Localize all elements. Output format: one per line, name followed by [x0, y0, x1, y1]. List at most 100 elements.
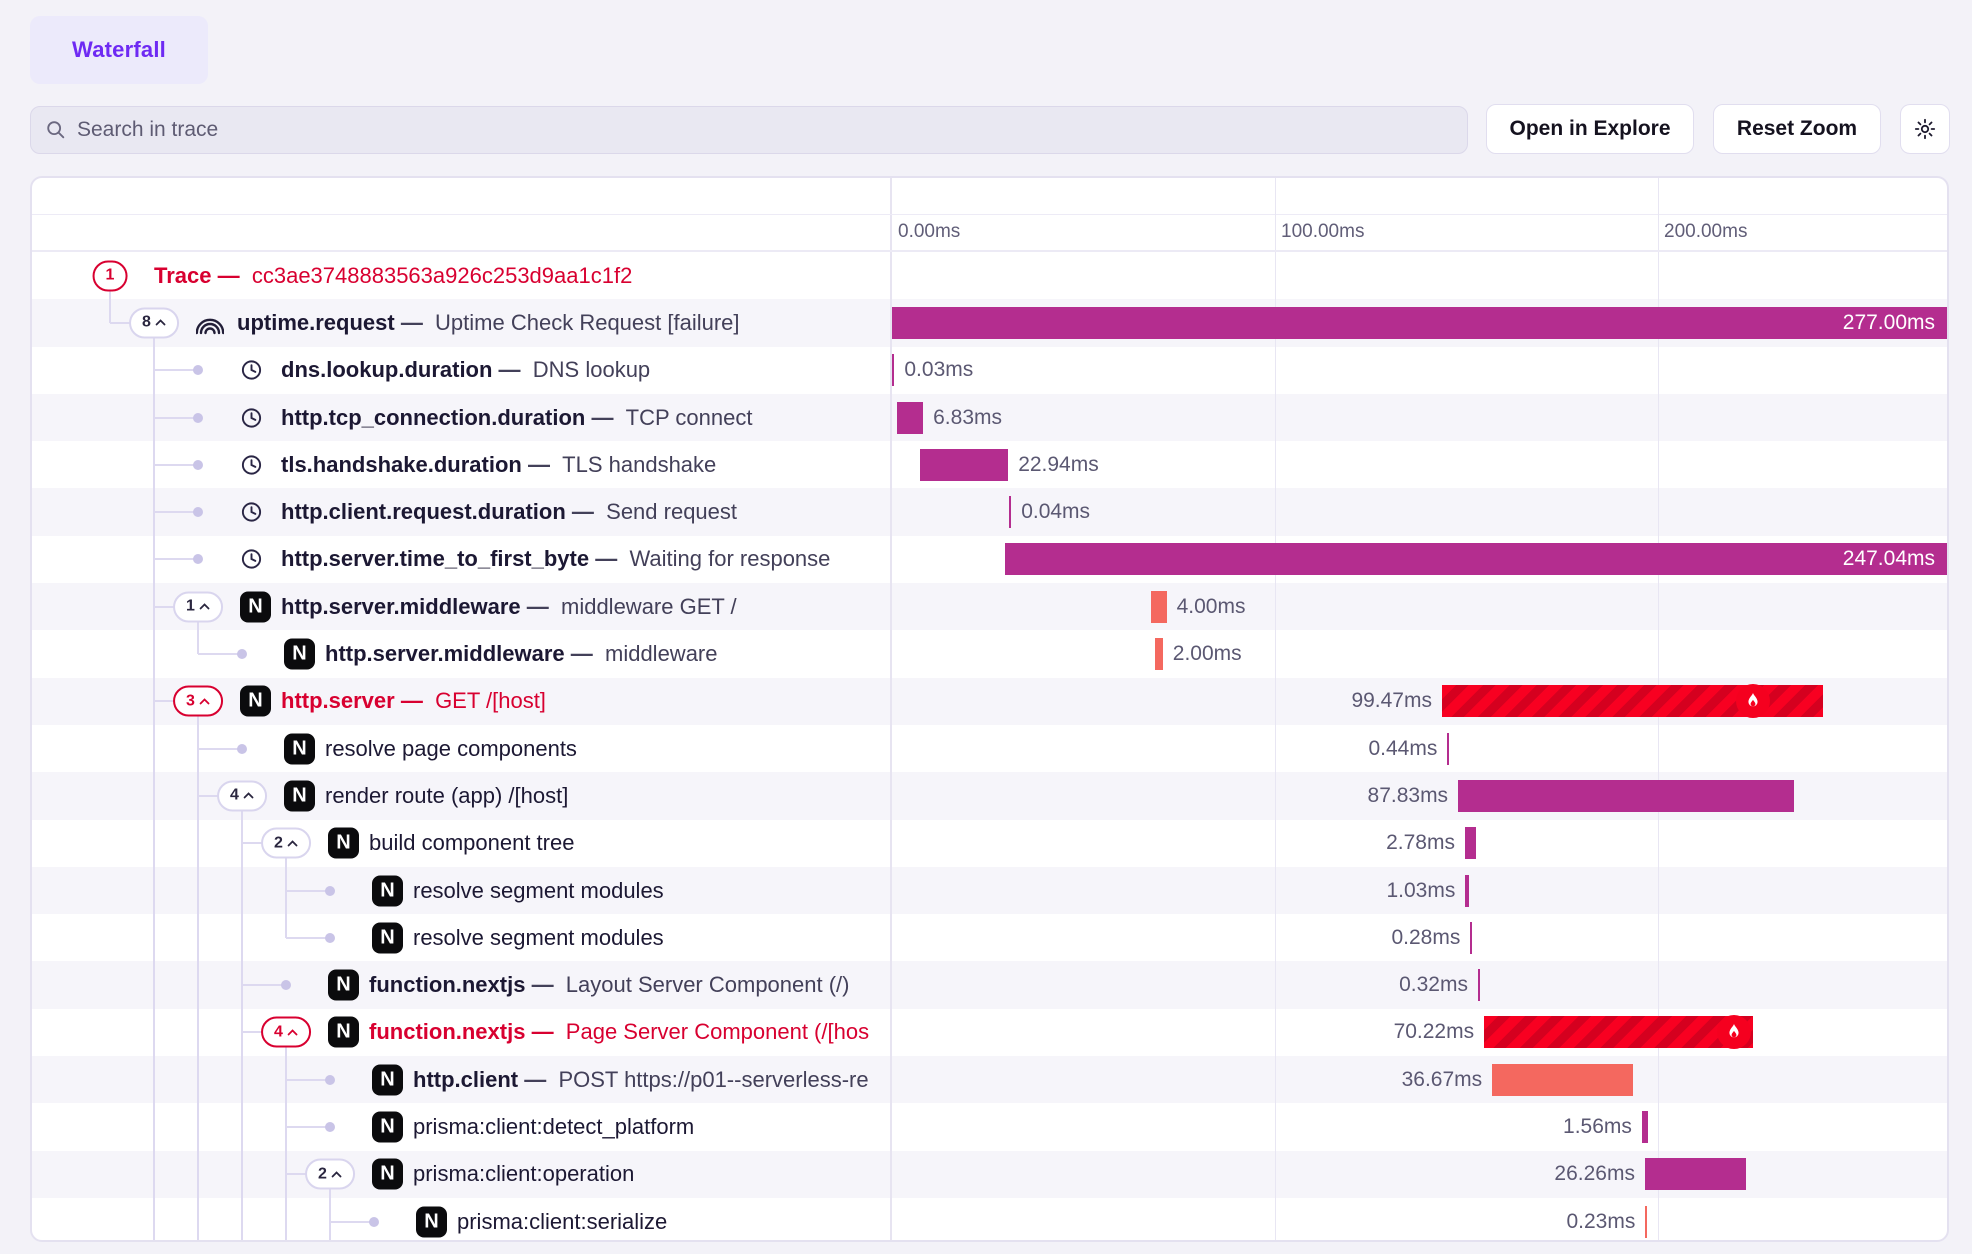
tree-leaf-dot — [281, 980, 291, 990]
nextjs-icon-wrap: N — [328, 1017, 359, 1048]
settings-button[interactable] — [1900, 104, 1950, 154]
open-in-explore-button[interactable]: Open in Explore — [1486, 104, 1694, 154]
span-label: http.server.time_to_first_byte — Waiting… — [281, 546, 830, 572]
span-row[interactable]: Nprisma:client:detect_platform 1.56ms — [32, 1103, 1947, 1150]
span-name: http.server.middleware — [281, 594, 521, 619]
span-duration-bar[interactable] — [897, 402, 923, 434]
tree-guide-line — [241, 1103, 243, 1150]
error-fire-icon[interactable] — [1717, 1015, 1751, 1049]
tree-elbow-line — [285, 914, 287, 938]
span-row[interactable]: 1Nhttp.server.middleware — middleware GE… — [32, 583, 1947, 630]
span-name: build component tree — [369, 830, 574, 855]
span-row[interactable]: 4Nrender route (app) /[host] 87.83ms — [32, 772, 1947, 819]
sentry-icon — [196, 311, 224, 335]
nextjs-icon-wrap: N — [328, 828, 359, 859]
span-row[interactable]: 8uptime.request — Uptime Check Request [… — [32, 299, 1947, 346]
span-row[interactable]: Nhttp.server.middleware — middleware 2.0… — [32, 630, 1947, 677]
span-duration-label: 1.56ms — [1563, 1115, 1632, 1139]
span-row[interactable]: 3Nhttp.server — GET /[host] 99.47ms — [32, 678, 1947, 725]
tree-guide-line — [197, 1151, 199, 1198]
span-duration-label: 0.04ms — [1021, 500, 1090, 524]
span-children-count-badge[interactable]: 2 — [261, 828, 311, 859]
span-duration-label: 0.44ms — [1368, 737, 1437, 761]
tree-guide-line — [197, 867, 199, 914]
span-duration-label: 247.04ms — [1843, 547, 1935, 571]
span-duration-bar[interactable] — [892, 354, 894, 386]
tree-connector-line — [154, 511, 198, 513]
badge-count: 1 — [106, 267, 115, 285]
tree-guide-line — [153, 867, 155, 914]
search-input[interactable]: Search in trace — [30, 106, 1468, 154]
span-row[interactable]: 1Trace — cc3ae3748883563a926c253d9aa1c1f… — [32, 252, 1947, 299]
span-duration-bar[interactable] — [1470, 922, 1472, 954]
span-duration-bar[interactable] — [920, 449, 1008, 481]
span-duration-bar[interactable] — [1458, 780, 1794, 812]
span-children-count-badge[interactable]: 8 — [129, 307, 179, 338]
span-duration-bar[interactable] — [892, 307, 1947, 339]
span-row[interactable]: Nhttp.client — POST https://p01--serverl… — [32, 1056, 1947, 1103]
span-duration-bar[interactable] — [1447, 733, 1449, 765]
span-bar-cell — [892, 252, 1947, 299]
span-row[interactable]: Nfunction.nextjs — Layout Server Compone… — [32, 961, 1947, 1008]
span-duration-bar[interactable] — [1155, 638, 1163, 670]
tree-guide-line — [153, 914, 155, 961]
span-duration-bar[interactable] — [1642, 1111, 1648, 1143]
tree-guide-line — [197, 914, 199, 961]
span-row[interactable]: http.client.request.duration — Send requ… — [32, 488, 1947, 535]
span-row[interactable]: Nprisma:client:serialize 0.23ms — [32, 1198, 1947, 1242]
span-duration-bar[interactable] — [1645, 1158, 1746, 1190]
span-duration-label: 0.23ms — [1566, 1210, 1635, 1234]
span-children-count-badge[interactable]: 4 — [217, 780, 267, 811]
error-fire-icon[interactable] — [1736, 684, 1770, 718]
span-label: function.nextjs — Page Server Component … — [369, 1019, 869, 1045]
badge-count: 3 — [186, 692, 195, 710]
span-duration-bar[interactable] — [1009, 496, 1011, 528]
tree-stub-line — [285, 858, 287, 867]
span-duration-bar[interactable] — [1492, 1064, 1632, 1096]
tab-waterfall[interactable]: Waterfall — [30, 16, 208, 84]
span-row[interactable]: http.server.time_to_first_byte — Waiting… — [32, 536, 1947, 583]
span-row[interactable]: Nresolve page components 0.44ms — [32, 725, 1947, 772]
span-row[interactable]: 2Nbuild component tree 2.78ms — [32, 820, 1947, 867]
span-row[interactable]: tls.handshake.duration — TLS handshake 2… — [32, 441, 1947, 488]
span-children-count-badge[interactable]: 3 — [173, 686, 223, 717]
open-in-explore-label: Open in Explore — [1509, 117, 1670, 141]
reset-zoom-button[interactable]: Reset Zoom — [1713, 104, 1881, 154]
span-description: Send request — [606, 499, 737, 524]
span-duration-label: 2.00ms — [1173, 642, 1242, 666]
span-duration-bar[interactable] — [1484, 1016, 1753, 1048]
span-row[interactable]: 4Nfunction.nextjs — Page Server Componen… — [32, 1009, 1947, 1056]
span-duration-bar[interactable] — [1645, 1206, 1647, 1238]
span-row[interactable]: http.tcp_connection.duration — TCP conne… — [32, 394, 1947, 441]
span-duration-bar[interactable] — [1478, 969, 1480, 1001]
clock-icon — [240, 548, 263, 571]
span-label: render route (app) /[host] — [325, 783, 568, 809]
span-tree-cell: Nfunction.nextjs — Layout Server Compone… — [32, 961, 892, 1008]
clock-icon — [240, 453, 263, 476]
span-name: resolve segment modules — [413, 878, 664, 903]
span-row[interactable]: dns.lookup.duration — DNS lookup 0.03ms — [32, 347, 1947, 394]
span-children-count-badge[interactable]: 4 — [261, 1017, 311, 1048]
tree-stub-line — [285, 1047, 287, 1056]
span-name: prisma:client:detect_platform — [413, 1114, 694, 1139]
tree-guide-line — [153, 961, 155, 1008]
span-name: function.nextjs — [369, 1019, 525, 1044]
span-bar-cell: 0.28ms — [892, 914, 1947, 961]
span-children-count-badge[interactable]: 1 — [173, 591, 223, 622]
tree-leaf-dot — [193, 460, 203, 470]
span-children-count-badge[interactable]: 1 — [93, 260, 128, 291]
nextjs-icon-wrap: N — [372, 922, 403, 953]
span-duration-bar[interactable] — [1442, 685, 1823, 717]
span-duration-bar[interactable] — [1005, 543, 1947, 575]
span-row[interactable]: 2Nprisma:client:operation 26.26ms — [32, 1151, 1947, 1198]
span-duration-bar[interactable] — [1465, 875, 1469, 907]
span-tree-cell: 4Nrender route (app) /[host] — [32, 772, 892, 819]
span-duration-bar[interactable] — [1465, 827, 1476, 859]
clock-icon-wrap — [240, 359, 263, 382]
span-row[interactable]: Nresolve segment modules 1.03ms — [32, 867, 1947, 914]
span-children-count-badge[interactable]: 2 — [305, 1159, 355, 1190]
span-duration-bar[interactable] — [1151, 591, 1166, 623]
span-separator: — — [525, 1019, 565, 1044]
span-row[interactable]: Nresolve segment modules 0.28ms — [32, 914, 1947, 961]
span-label: resolve segment modules — [413, 925, 664, 951]
